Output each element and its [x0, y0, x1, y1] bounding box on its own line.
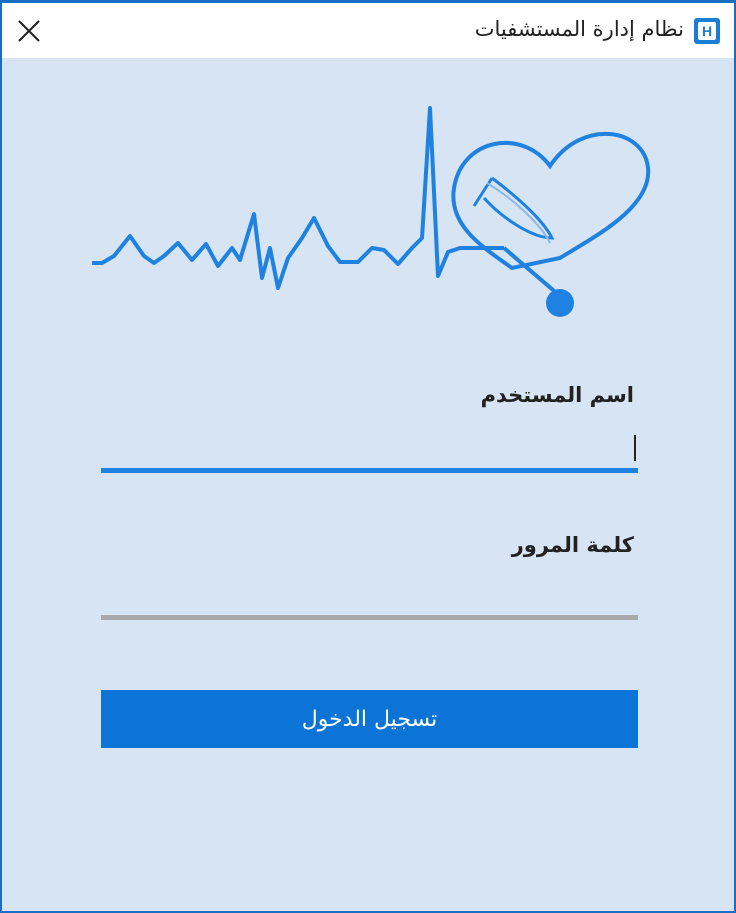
heartbeat-stethoscope-logo: [92, 106, 651, 317]
login-button[interactable]: تسجيل الدخول: [101, 690, 638, 748]
close-button[interactable]: [12, 15, 46, 47]
window-title: نظام إدارة المستشفيات: [474, 17, 684, 41]
title-bar: نظام إدارة المستشفيات H: [2, 3, 734, 58]
username-label: اسم المستخدم: [480, 383, 634, 407]
heart-outline: [451, 131, 651, 271]
close-icon: [18, 20, 40, 42]
password-input[interactable]: [101, 571, 638, 611]
app-icon: H: [694, 18, 720, 44]
app-icon-letter: H: [698, 22, 716, 40]
password-label: كلمة المرور: [511, 533, 634, 557]
login-window: نظام إدارة المستشفيات H اسم المستخدم كلم…: [0, 0, 736, 913]
stethoscope-tube: [502, 246, 562, 298]
username-input[interactable]: [101, 428, 638, 468]
username-underline: [101, 468, 638, 473]
stethoscope-chestpiece: [546, 289, 574, 317]
stethoscope-inner-loop: [486, 182, 551, 244]
password-underline: [101, 615, 638, 620]
text-caret: [634, 435, 636, 461]
ecg-line: [92, 106, 504, 290]
